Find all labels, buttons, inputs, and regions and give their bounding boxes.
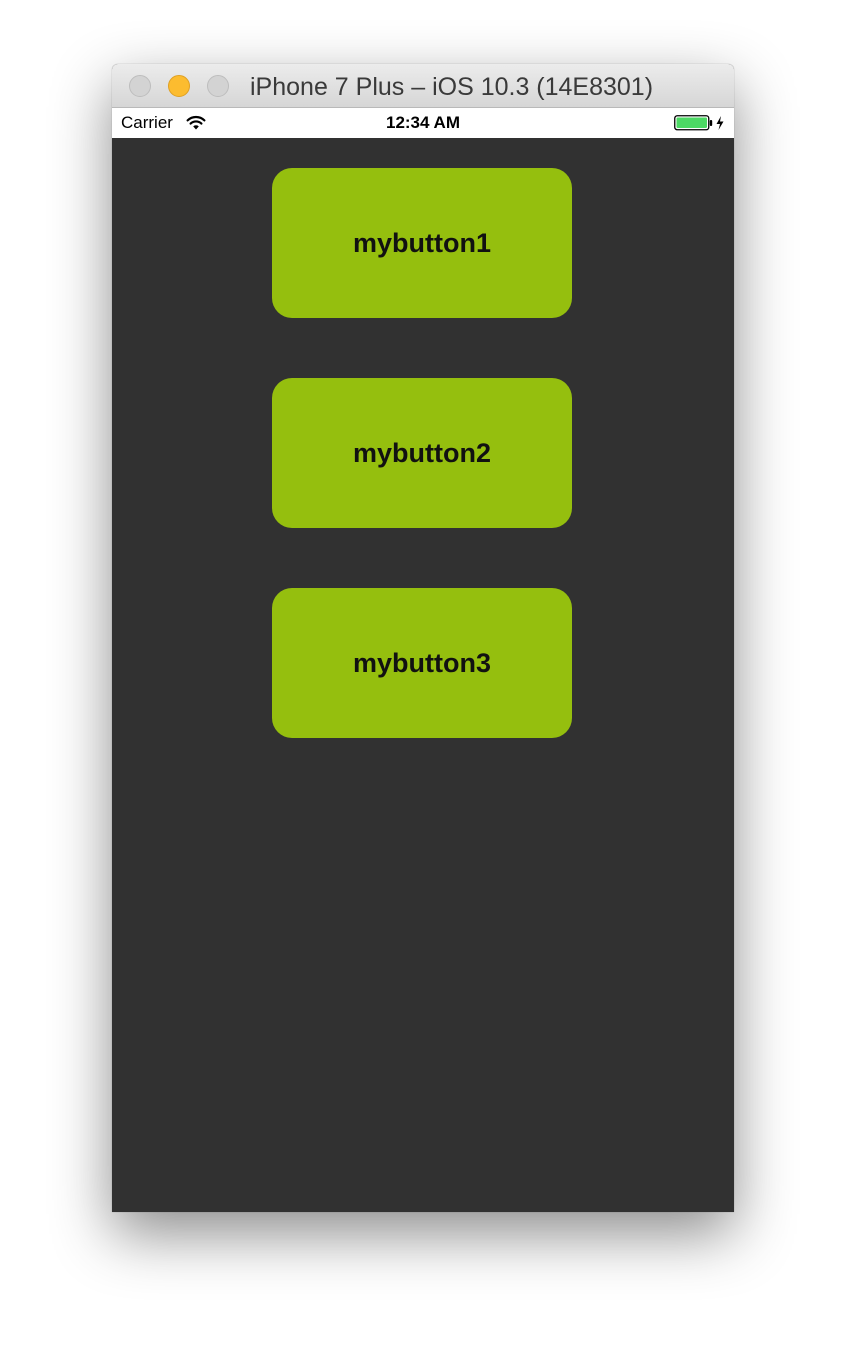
mybutton1-button[interactable]: mybutton1	[272, 168, 572, 318]
charging-bolt-icon	[716, 116, 724, 130]
close-window-button[interactable]	[129, 75, 151, 97]
simulator-window: iPhone 7 Plus – iOS 10.3 (14E8301) Carri…	[112, 64, 734, 1212]
mybutton2-button[interactable]: mybutton2	[272, 378, 572, 528]
app-content: mybutton1 mybutton2 mybutton3	[112, 138, 734, 1212]
status-time: 12:34 AM	[385, 113, 460, 132]
window-titlebar[interactable]: iPhone 7 Plus – iOS 10.3 (14E8301)	[112, 64, 734, 108]
minimize-window-button[interactable]	[168, 75, 190, 97]
ios-status-bar: Carrier 12:34 AM	[112, 108, 734, 138]
window-title: iPhone 7 Plus – iOS 10.3 (14E8301)	[250, 73, 654, 101]
zoom-window-button[interactable]	[207, 75, 229, 97]
battery-icon	[674, 115, 724, 131]
mybutton3-button[interactable]: mybutton3	[272, 588, 572, 738]
